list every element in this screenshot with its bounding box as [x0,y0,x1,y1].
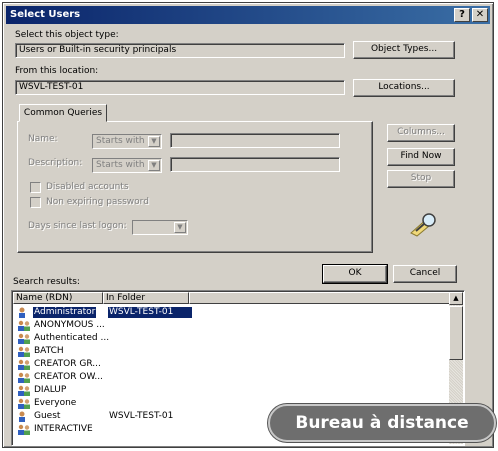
group-icon [18,333,30,344]
row-name: CREATOR GR... [34,359,101,369]
window-title: Select Users [10,9,81,20]
user-icon [19,307,25,318]
close-button[interactable]: ✕ [472,8,488,22]
group-icon [18,398,30,409]
description-mode-select[interactable]: Starts with ▼ [92,158,162,173]
remote-desktop-banner: Bureau à distance [268,404,496,442]
chevron-down-icon: ▼ [148,160,160,171]
stop-button[interactable]: Stop [387,170,455,188]
non-expiring-checkbox[interactable] [30,197,41,208]
description-label: Description: [28,158,83,168]
row-name: Everyone [34,398,77,408]
find-now-button[interactable]: Find Now [387,148,455,166]
row-name: CREATOR OW... [34,372,103,382]
name-mode-select[interactable]: Starts with ▼ [92,134,162,149]
title-bar[interactable]: Select Users ? ✕ [6,6,490,24]
tab-common-queries[interactable]: Common Queries [19,104,107,122]
row-name: ANONYMOUS ... [34,320,105,330]
select-users-dialog: Select Users ? ✕ Select this object type… [2,2,494,448]
column-header-name[interactable]: Name (RDN) [13,292,103,304]
scroll-up-button[interactable]: ▲ [449,292,463,305]
location-label: From this location: [15,66,99,76]
group-icon [18,359,30,370]
row-name: DIALUP [34,385,67,395]
object-type-label: Select this object type: [15,30,119,40]
group-icon [18,424,30,435]
ok-button[interactable]: OK [322,264,388,284]
column-header-folder[interactable]: In Folder [103,292,189,304]
location-field: WSVL-TEST-01 [15,80,345,95]
description-input[interactable] [170,157,340,172]
group-icon [18,320,30,331]
chevron-down-icon: ▼ [174,222,186,233]
name-input[interactable] [170,133,340,148]
days-since-logon-select[interactable]: ▼ [132,220,188,235]
group-icon [18,346,30,357]
row-name: Authenticated ... [34,333,110,343]
common-queries-panel: Name: Starts with ▼ Description: Starts … [17,121,373,253]
column-header-filler [189,292,451,304]
cancel-button[interactable]: Cancel [393,265,457,283]
name-label: Name: [28,134,58,144]
columns-button[interactable]: Columns... [387,124,455,142]
group-icon [18,385,30,396]
non-expiring-label: Non expiring password [46,197,149,207]
search-results-label: Search results: [13,277,80,287]
user-icon [19,411,25,422]
row-name: INTERACTIVE [34,424,93,434]
row-folder: WSVL-TEST-01 [108,307,192,318]
search-animation-icon [410,213,436,237]
days-since-logon-label: Days since last logon: [28,221,127,231]
row-folder: WSVL-TEST-01 [109,411,174,421]
row-name: Guest [34,411,61,421]
row-name: Administrator [33,307,97,318]
name-mode-value: Starts with [96,136,145,146]
scroll-thumb[interactable] [449,306,463,360]
object-type-field: Users or Built-in security principals [15,43,345,58]
description-mode-value: Starts with [96,160,145,170]
locations-button[interactable]: Locations... [353,79,455,97]
object-types-button[interactable]: Object Types... [353,41,455,59]
group-icon [18,372,30,383]
disabled-accounts-checkbox[interactable] [30,182,41,193]
row-name: BATCH [34,346,64,356]
disabled-accounts-label: Disabled accounts [46,182,129,192]
chevron-down-icon: ▼ [148,136,160,147]
help-button[interactable]: ? [454,8,470,22]
